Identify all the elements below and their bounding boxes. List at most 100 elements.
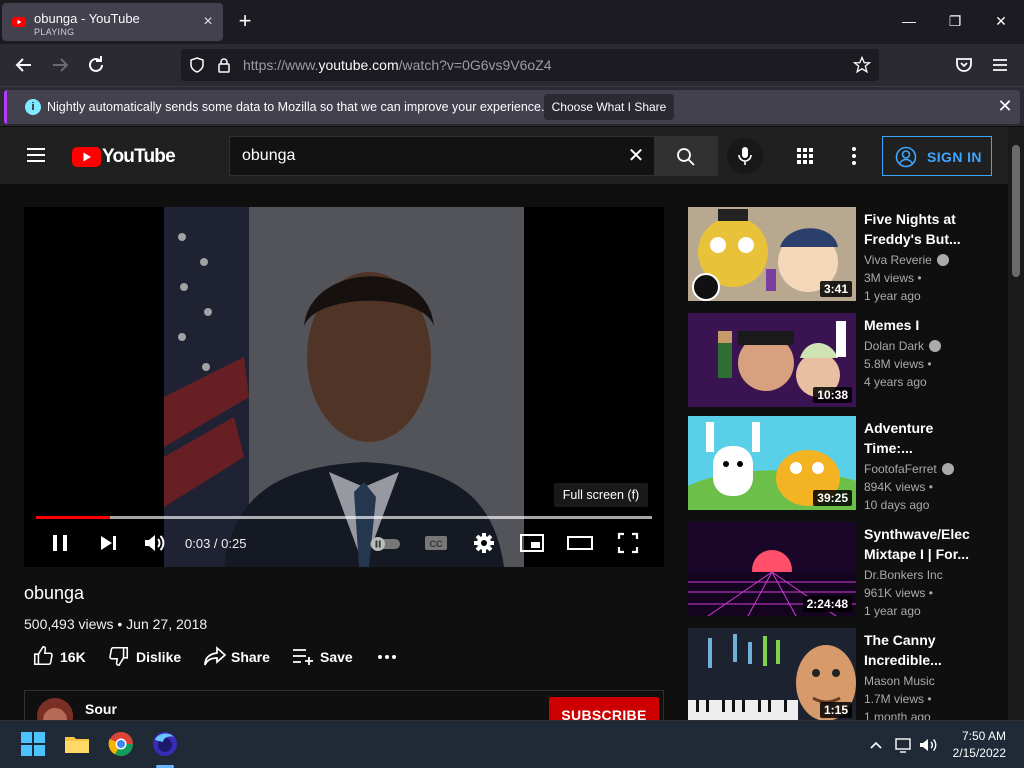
save-playlist-icon — [293, 649, 313, 665]
speaker-icon[interactable] — [918, 736, 938, 754]
minimize-button[interactable]: — — [898, 10, 920, 32]
progress-bar[interactable] — [36, 516, 652, 519]
video-title[interactable]: Memes I — [864, 315, 982, 335]
account-icon — [895, 146, 917, 168]
title-line-2: Incredible... — [864, 652, 942, 668]
captions-icon[interactable]: CC — [422, 529, 450, 557]
choose-what-i-share-button[interactable]: Choose What I Share — [544, 94, 674, 120]
channel-label: Dr.Bonkers Inc — [864, 568, 943, 582]
search-query: obunga — [242, 147, 296, 164]
video-title[interactable]: Five Nights at Freddy's But... — [864, 209, 982, 249]
video-title: obunga — [24, 583, 85, 603]
reload-icon[interactable] — [84, 53, 108, 77]
recommended-video[interactable]: 2:24:48 Synthwave/Elec Mixtape I | For...… — [688, 522, 998, 618]
channel-name[interactable]: Sour — [85, 701, 117, 717]
youtube-logo[interactable]: YouTube — [72, 146, 176, 168]
autoplay-toggle-icon[interactable] — [368, 529, 404, 557]
next-icon[interactable] — [94, 529, 122, 557]
more-actions-icon[interactable] — [376, 645, 398, 669]
youtube-page: YouTube obunga ✕ SIGN IN Full screen (f)… — [0, 127, 1024, 720]
channel-name[interactable]: FootofaFerret — [864, 462, 954, 476]
back-arrow-icon[interactable] — [12, 53, 36, 77]
progress-played — [36, 516, 110, 519]
notification-close-icon[interactable]: ✕ — [995, 96, 1015, 116]
windows-start-icon[interactable] — [19, 730, 47, 758]
address-bar[interactable]: https://www.youtube.com/watch?v=0G6vs9V6… — [181, 49, 879, 81]
window-close-button[interactable]: ✕ — [990, 10, 1012, 32]
restore-button[interactable]: ❐ — [944, 10, 966, 32]
channel-name[interactable]: Mason Music — [864, 674, 935, 688]
view-count: 1.7M views • — [864, 692, 932, 706]
forward-arrow-icon[interactable] — [48, 53, 72, 77]
bookmark-star-icon[interactable] — [853, 56, 871, 74]
lock-icon[interactable] — [217, 57, 231, 73]
fullscreen-icon[interactable] — [614, 529, 642, 557]
channel-row: Sour SUBSCRIBE — [24, 690, 664, 720]
youtube-logo-text: YouTube — [102, 146, 176, 167]
page-scrollbar[interactable] — [1008, 127, 1024, 720]
pause-icon[interactable] — [46, 529, 74, 557]
voice-search-button[interactable] — [727, 138, 763, 174]
new-tab-button[interactable]: + — [234, 10, 256, 32]
search-clear-icon[interactable]: ✕ — [626, 146, 646, 166]
recommended-video[interactable]: 10:38 Memes I Dolan Dark 5.8M views • 4 … — [688, 313, 998, 409]
title-line-2: Freddy's But... — [864, 231, 961, 247]
volume-icon[interactable] — [140, 529, 168, 557]
video-player[interactable]: Full screen (f) 0:03 / 0:25 CC — [24, 207, 664, 567]
apps-grid-icon[interactable] — [795, 146, 815, 166]
search-button[interactable] — [654, 136, 718, 176]
video-thumbnail[interactable]: 39:25 — [688, 416, 856, 510]
tab-close-icon[interactable]: × — [199, 13, 217, 31]
sign-in-button[interactable]: SIGN IN — [882, 136, 992, 176]
theater-mode-icon[interactable] — [566, 529, 594, 557]
video-duration: 2:24:48 — [802, 596, 852, 612]
recommended-video[interactable]: 1:15 The Canny Incredible... Mason Music … — [688, 628, 998, 720]
chrome-icon[interactable] — [107, 730, 135, 758]
scrollbar-thumb[interactable] — [1012, 145, 1020, 277]
dislike-button[interactable]: Dislike — [108, 645, 198, 669]
video-thumbnail[interactable]: 1:15 — [688, 628, 856, 720]
channel-avatar[interactable] — [37, 698, 73, 720]
video-thumbnail[interactable]: 2:24:48 — [688, 522, 856, 616]
miniplayer-icon[interactable] — [518, 529, 546, 557]
file-explorer-icon[interactable] — [63, 730, 91, 758]
verified-check-icon — [929, 340, 942, 352]
save-button[interactable]: Save — [291, 645, 361, 669]
pocket-icon[interactable] — [952, 53, 976, 77]
share-button[interactable]: Share — [203, 645, 283, 669]
video-title[interactable]: Adventure Time:... — [864, 418, 982, 458]
channel-name[interactable]: Dolan Dark — [864, 339, 942, 353]
dislike-label: Dislike — [136, 649, 182, 665]
share-label: Share — [231, 649, 270, 665]
url-path: /watch?v=0G6vs9V6oZ4 — [398, 57, 552, 73]
thumbs-down-icon — [109, 646, 129, 666]
network-icon[interactable] — [894, 736, 912, 754]
share-arrow-icon — [204, 646, 227, 666]
search-input[interactable]: obunga ✕ — [229, 136, 655, 176]
browser-tab[interactable]: obunga - YouTube PLAYING × — [2, 3, 223, 41]
url-host: youtube.com — [318, 57, 399, 73]
url-text[interactable]: https://www.youtube.com/watch?v=0G6vs9V6… — [243, 57, 552, 73]
guide-menu-icon[interactable] — [26, 145, 46, 165]
video-thumbnail[interactable]: 10:38 — [688, 313, 856, 407]
chevron-up-icon[interactable] — [868, 737, 884, 753]
recommended-video[interactable]: 39:25 Adventure Time:... FootofaFerret 89… — [688, 416, 998, 512]
channel-name[interactable]: Viva Reverie — [864, 253, 949, 267]
settings-gear-icon[interactable] — [470, 529, 498, 557]
video-thumbnail[interactable]: 3:41 — [688, 207, 856, 301]
settings-more-icon[interactable] — [844, 144, 864, 168]
clock-time[interactable]: 7:50 AM — [956, 729, 1006, 743]
firefox-nightly-icon[interactable] — [151, 730, 179, 758]
tracking-shield-icon[interactable] — [189, 57, 205, 73]
hamburger-menu-icon[interactable] — [988, 53, 1012, 77]
view-count: 5.8M views • — [864, 357, 932, 371]
recommended-video[interactable]: 3:41 Five Nights at Freddy's But... Viva … — [688, 207, 998, 303]
video-title[interactable]: The Canny Incredible... — [864, 630, 982, 670]
upload-age: 1 month ago — [864, 710, 931, 720]
video-duration: 3:41 — [819, 281, 852, 297]
like-button[interactable]: 16K — [32, 645, 102, 669]
subscribe-button[interactable]: SUBSCRIBE — [549, 697, 659, 720]
channel-name[interactable]: Dr.Bonkers Inc — [864, 568, 943, 582]
clock-date[interactable]: 2/15/2022 — [946, 746, 1006, 760]
video-title[interactable]: Synthwave/Elec Mixtape I | For... — [864, 524, 982, 564]
